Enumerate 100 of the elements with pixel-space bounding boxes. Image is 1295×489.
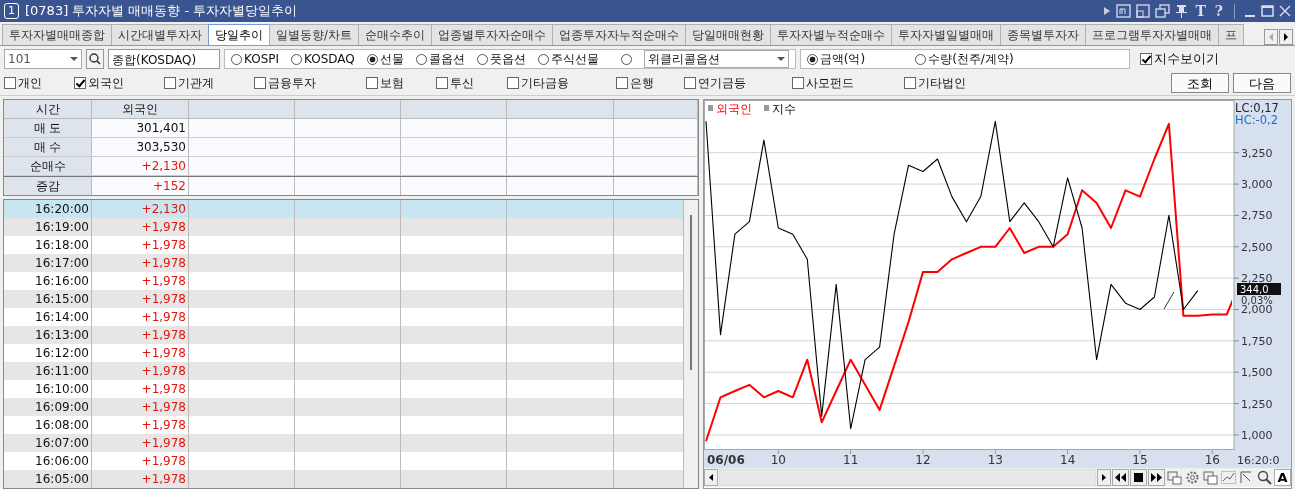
checkbox[interactable]	[904, 77, 916, 89]
legend-marker	[708, 105, 713, 111]
tab[interactable]: 투자자별누적순매수	[769, 24, 892, 45]
radio-button[interactable]	[620, 53, 632, 65]
tab[interactable]: 일별동향/차트	[269, 24, 359, 45]
checkbox-label[interactable]: 기타금융	[521, 74, 569, 92]
radio-button[interactable]	[537, 53, 549, 65]
radio-button[interactable]	[415, 53, 427, 65]
table-row[interactable]: 16:20:00 +2,130	[4, 200, 684, 218]
box-icon[interactable]	[1116, 4, 1132, 18]
checkbox-label[interactable]: 금융투자	[268, 74, 316, 92]
table-row[interactable]: 16:07:00 +1,978	[4, 434, 684, 452]
radio-label[interactable]: KOSPI	[244, 52, 280, 66]
name-field[interactable]: 종합(KOSDAQ)	[108, 49, 220, 69]
maximize-icon[interactable]	[1261, 4, 1274, 18]
x-tick-label: 14	[1060, 453, 1076, 467]
table-row[interactable]: 16:15:00 +1,978	[4, 290, 684, 308]
tab[interactable]: 종목별투자자	[999, 24, 1086, 45]
checkbox-label[interactable]: 보험	[380, 74, 404, 92]
tab[interactable]: 업종별투자자순매수	[430, 24, 553, 45]
radio-label[interactable]: 주식선물	[550, 50, 599, 68]
pin-icon[interactable]	[1175, 4, 1189, 18]
table-row[interactable]: 16:18:00 +1,978	[4, 236, 684, 254]
tab[interactable]: 순매수추이	[357, 24, 432, 45]
title-glyph-button[interactable]: T	[1193, 3, 1208, 19]
radio-button[interactable]	[366, 53, 378, 65]
table-row[interactable]: 16:14:00 +1,978	[4, 308, 684, 326]
table-row[interactable]: 16:12:00 +1,978	[4, 344, 684, 362]
radio-label[interactable]: 금액(억)	[819, 50, 866, 68]
radio-label[interactable]: KOSDAQ	[304, 52, 355, 66]
checkbox-label[interactable]: 기타법인	[918, 74, 966, 92]
tab[interactable]: 당일매매현황	[684, 24, 771, 45]
radio-label[interactable]: 풋옵션	[489, 50, 526, 68]
tab[interactable]: 투자자별매매종합	[2, 24, 112, 45]
radio-button[interactable]	[806, 53, 818, 65]
y-tick-label: 2,750	[1241, 209, 1273, 223]
tab[interactable]: 투자자별일별매매	[890, 24, 1001, 45]
checkbox[interactable]	[254, 77, 266, 89]
table-row[interactable]: 16:19:00 +1,978	[4, 218, 684, 236]
radio-button[interactable]	[291, 53, 303, 65]
checkbox[interactable]	[4, 77, 16, 89]
font-button[interactable]: A	[1274, 469, 1291, 486]
radio-label[interactable]: 선물	[379, 50, 404, 68]
action-button[interactable]: 조회	[1171, 73, 1229, 93]
checkbox-label[interactable]: 기관계	[178, 74, 214, 92]
checkbox[interactable]	[436, 77, 448, 89]
action-button[interactable]: 다음	[1233, 73, 1291, 93]
tab[interactable]: 업종투자자누적순매수	[551, 24, 686, 45]
checkbox[interactable]	[507, 77, 519, 89]
gear-icon[interactable]	[1184, 469, 1201, 486]
checkbox-label[interactable]: 지수보이기	[1153, 50, 1219, 68]
rewind-button[interactable]	[1112, 469, 1129, 486]
scrollbar-thumb[interactable]	[690, 215, 692, 370]
tab[interactable]: 프로그램투자자별매매	[1084, 24, 1219, 45]
code-field[interactable]: 101	[4, 49, 82, 69]
table-row[interactable]: 16:13:00 +1,978	[4, 326, 684, 344]
tab[interactable]: 당일추이	[208, 24, 270, 45]
checkbox[interactable]	[1139, 53, 1152, 65]
table-row[interactable]: 16:10:00 +1,978	[4, 380, 684, 398]
tab[interactable]: 시간대별투자자	[111, 24, 209, 45]
search-button[interactable]	[86, 49, 104, 69]
checkbox[interactable]	[164, 77, 176, 89]
windows-icon[interactable]	[1155, 4, 1171, 18]
table-row[interactable]: 16:05:00 +1,978	[4, 470, 684, 488]
radio-button[interactable]	[476, 53, 488, 65]
table-row[interactable]: 16:11:00 +1,978	[4, 362, 684, 380]
checkbox[interactable]	[684, 77, 696, 89]
checkbox-label[interactable]: 사모펀드	[806, 74, 854, 92]
triangle-icon[interactable]	[1103, 6, 1112, 16]
tab[interactable]: 프	[1217, 24, 1244, 45]
checkbox-label[interactable]: 투신	[450, 74, 474, 92]
scroll-right-button[interactable]	[1279, 29, 1293, 45]
table-row[interactable]: 16:06:00 +1,978	[4, 452, 684, 470]
layout-icon[interactable]	[1136, 4, 1151, 18]
radio-label[interactable]: 콜옵션	[428, 50, 465, 68]
scroll-right-button[interactable]	[1097, 469, 1111, 486]
radio-button[interactable]	[231, 53, 242, 65]
table-row[interactable]: 16:16:00 +1,978	[4, 272, 684, 290]
table-row[interactable]: 16:17:00 +1,978	[4, 254, 684, 272]
radio-button[interactable]	[915, 53, 927, 65]
radio-label[interactable]: 수량(천주/계약)	[928, 50, 1014, 68]
search-icon[interactable]	[1256, 469, 1273, 486]
checkbox-label[interactable]: 은행	[630, 74, 654, 92]
fast-forward-button[interactable]	[1148, 469, 1165, 486]
checkbox[interactable]	[366, 77, 378, 89]
table-row[interactable]: 16:09:00 +1,978	[4, 398, 684, 416]
windows-icon[interactable]	[1202, 469, 1219, 486]
close-icon[interactable]	[1279, 4, 1291, 18]
stop-button[interactable]	[1130, 469, 1147, 486]
checkbox-label[interactable]: 연기금등	[698, 74, 746, 92]
checkbox[interactable]	[74, 77, 86, 89]
checkbox[interactable]	[792, 77, 804, 89]
title-glyph-button[interactable]: ?	[1212, 3, 1225, 19]
option-dropdown[interactable]: 위클리콜옵션	[643, 50, 789, 68]
scroll-left-button[interactable]	[704, 469, 718, 486]
checkbox-label[interactable]: 개인	[18, 74, 42, 92]
table-row[interactable]: 16:08:00 +1,978	[4, 416, 684, 434]
line-chart-icon[interactable]	[1220, 469, 1237, 486]
checkbox-label[interactable]: 외국인	[88, 74, 124, 92]
checkbox[interactable]	[616, 77, 628, 89]
